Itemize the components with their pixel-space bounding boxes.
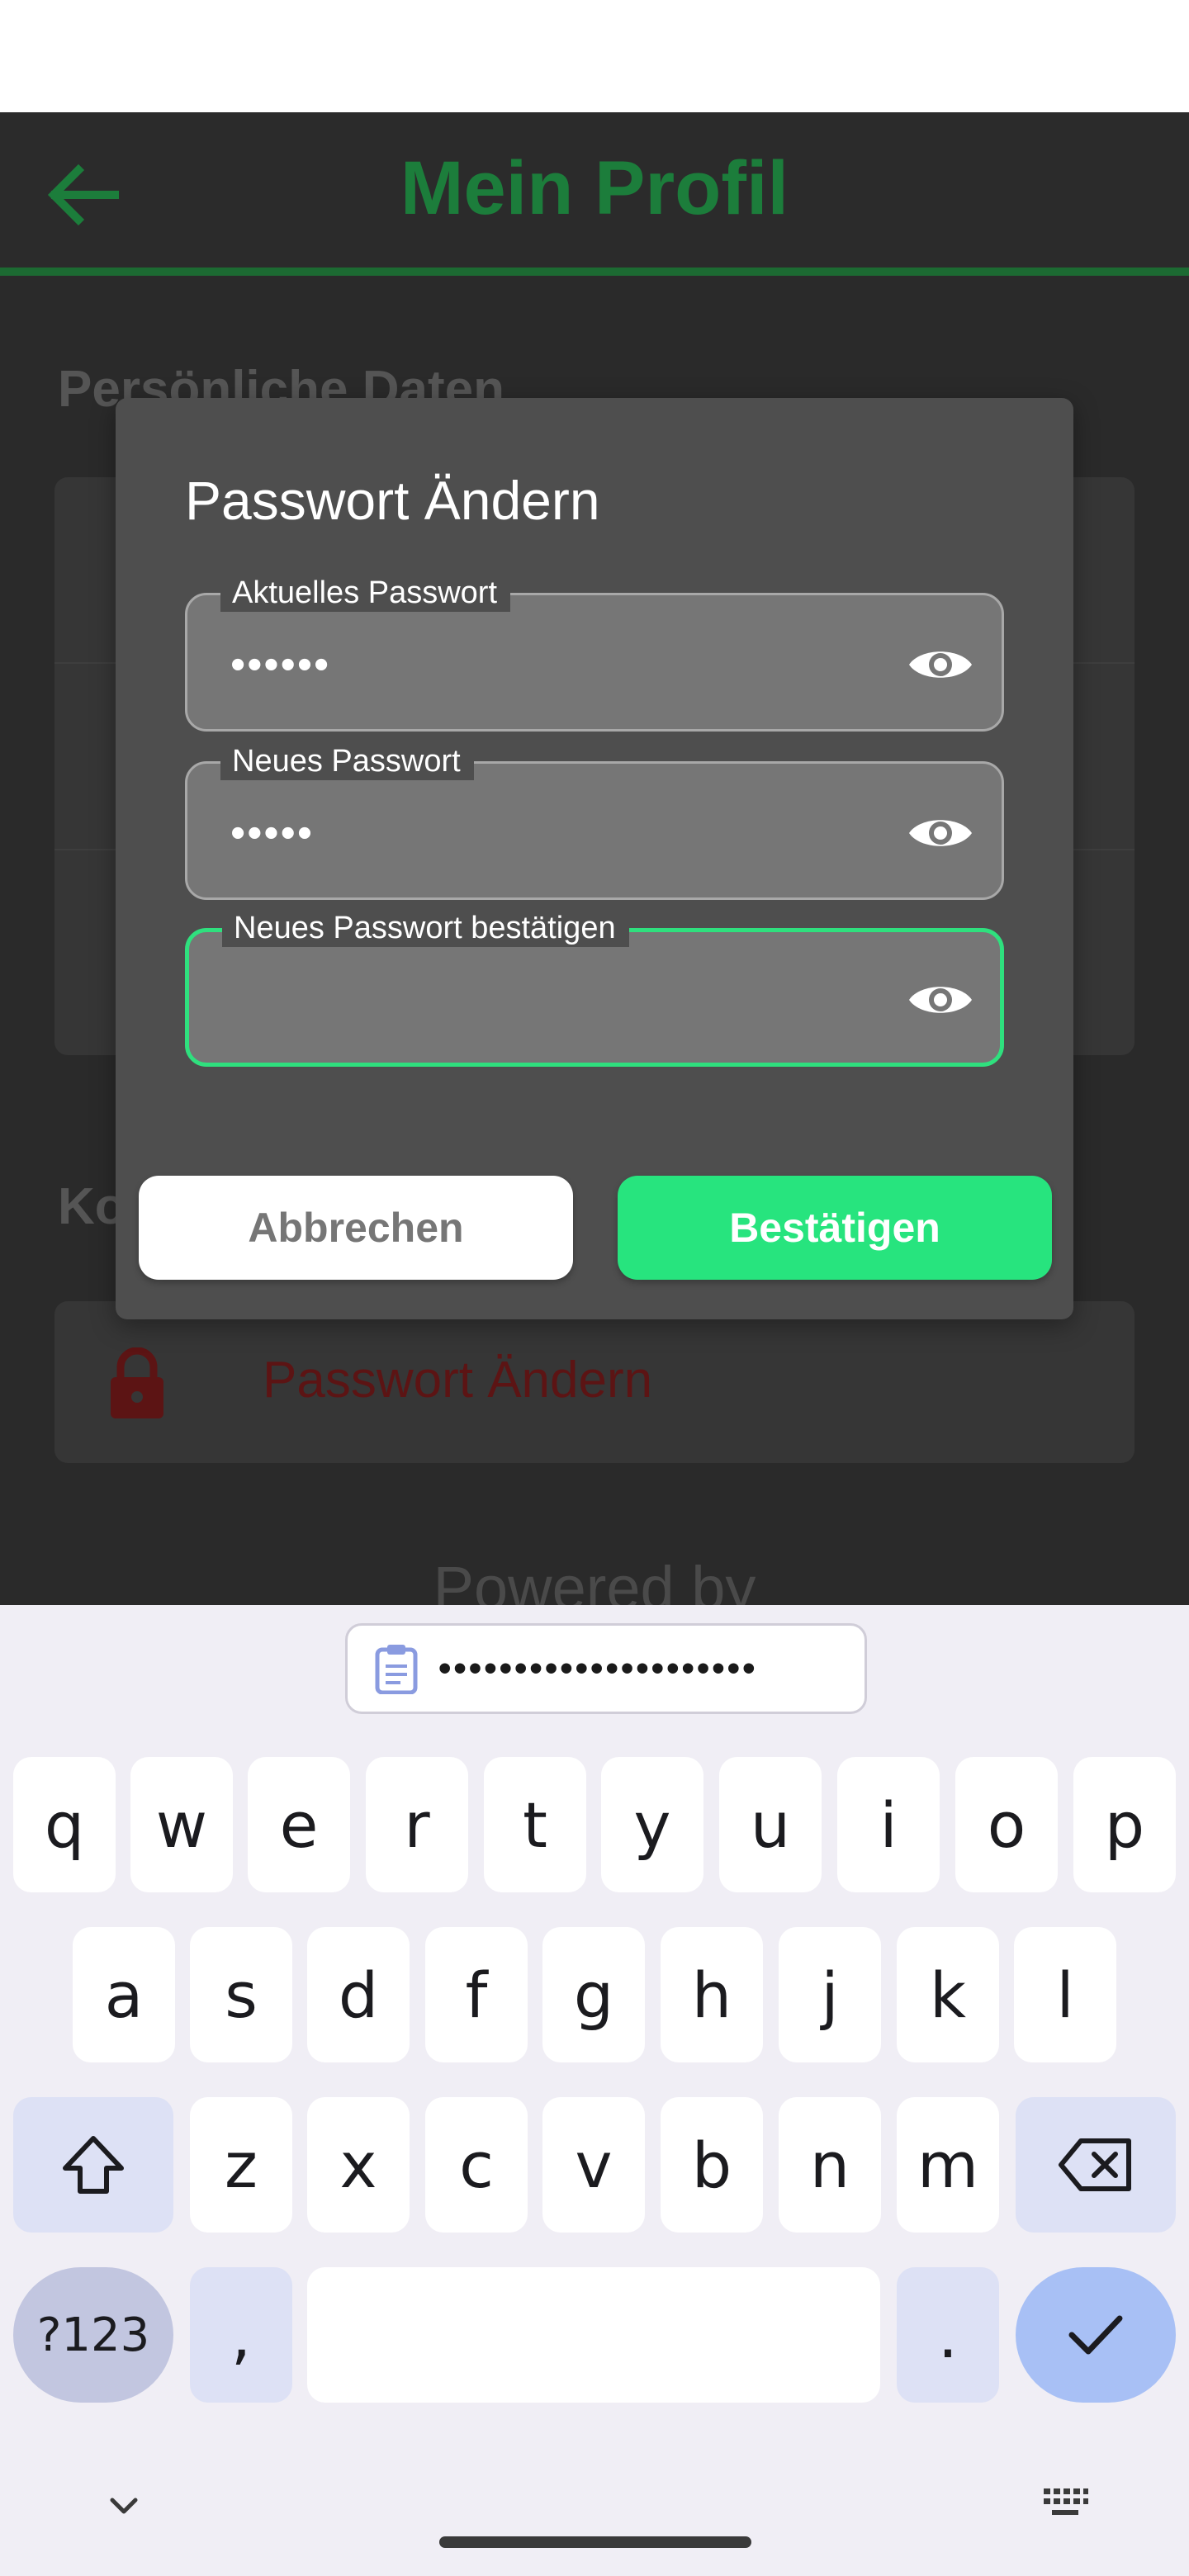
lock-icon <box>111 1347 163 1418</box>
shift-icon <box>63 2136 124 2194</box>
symbols-key[interactable]: ?123 <box>13 2267 173 2403</box>
enter-key[interactable] <box>1016 2267 1176 2403</box>
cancel-button[interactable]: Abbrechen <box>139 1176 573 1280</box>
confirm-new-password-field[interactable]: Neues Passwort bestätigen <box>185 909 1004 1067</box>
dialog-title: Passwort Ändern <box>185 470 600 531</box>
key-o[interactable]: o <box>955 1757 1058 1892</box>
key-q[interactable]: q <box>13 1757 116 1892</box>
key-g[interactable]: g <box>542 1927 645 2062</box>
check-icon <box>1068 2315 1123 2355</box>
chevron-down-icon[interactable] <box>99 2480 149 2530</box>
eye-icon[interactable] <box>907 632 973 698</box>
backspace-icon <box>1059 2138 1131 2191</box>
key-n[interactable]: n <box>779 2097 881 2233</box>
page-title: Mein Profil <box>400 146 789 230</box>
key-d[interactable]: d <box>307 1927 410 2062</box>
key-l[interactable]: l <box>1014 1927 1116 2062</box>
eye-icon[interactable] <box>907 800 973 866</box>
clipboard-suggestion[interactable]: ••••••••••••••••••••• <box>345 1623 867 1714</box>
backspace-key[interactable] <box>1016 2097 1176 2233</box>
app-bar: Mein Profil <box>0 112 1189 276</box>
status-bar <box>0 0 1189 112</box>
change-password-row[interactable]: Passwort Ändern <box>54 1301 1135 1463</box>
key-b[interactable]: b <box>661 2097 763 2233</box>
comma-key[interactable]: , <box>190 2267 292 2403</box>
space-key[interactable] <box>307 2267 880 2403</box>
home-indicator[interactable] <box>439 2536 751 2548</box>
key-a[interactable]: a <box>73 1927 175 2062</box>
current-password-value[interactable]: •••••• <box>230 640 330 689</box>
current-password-field[interactable]: Aktuelles Passwort •••••• <box>185 574 1004 732</box>
shift-key[interactable] <box>13 2097 173 2233</box>
key-t[interactable]: t <box>484 1757 586 1892</box>
key-r[interactable]: r <box>366 1757 468 1892</box>
key-w[interactable]: w <box>130 1757 233 1892</box>
current-password-label: Aktuelles Passwort <box>220 574 511 612</box>
key-i[interactable]: i <box>837 1757 940 1892</box>
powered-by-text: Powered by <box>433 1554 756 1605</box>
key-f[interactable]: f <box>425 1927 528 2062</box>
key-z[interactable]: z <box>190 2097 292 2233</box>
change-password-dialog: Passwort Ändern Aktuelles Passwort •••••… <box>116 398 1073 1319</box>
key-v[interactable]: v <box>542 2097 645 2233</box>
key-e[interactable]: e <box>248 1757 350 1892</box>
key-c[interactable]: c <box>425 2097 528 2233</box>
key-j[interactable]: j <box>779 1927 881 2062</box>
key-s[interactable]: s <box>190 1927 292 2062</box>
key-u[interactable]: u <box>719 1757 822 1892</box>
new-password-label: Neues Passwort <box>220 742 474 780</box>
clipboard-icon <box>375 1645 418 1694</box>
period-key[interactable]: . <box>897 2267 999 2403</box>
new-password-field[interactable]: Neues Passwort ••••• <box>185 742 1004 900</box>
key-y[interactable]: y <box>601 1757 703 1892</box>
eye-icon[interactable] <box>907 967 973 1033</box>
confirm-button[interactable]: Bestätigen <box>618 1176 1052 1280</box>
change-password-label: Passwort Ändern <box>263 1352 653 1409</box>
keyboard-icon[interactable] <box>1040 2485 1090 2523</box>
clipboard-text: ••••••••••••••••••••• <box>438 1648 758 1688</box>
key-k[interactable]: k <box>897 1927 999 2062</box>
soft-keyboard: ••••••••••••••••••••• q w e r t y u i o … <box>0 1605 1189 2576</box>
key-x[interactable]: x <box>307 2097 410 2233</box>
confirm-new-password-label: Neues Passwort bestätigen <box>222 909 629 947</box>
key-h[interactable]: h <box>661 1927 763 2062</box>
key-p[interactable]: p <box>1073 1757 1176 1892</box>
new-password-value[interactable]: ••••• <box>230 808 314 858</box>
key-m[interactable]: m <box>897 2097 999 2233</box>
